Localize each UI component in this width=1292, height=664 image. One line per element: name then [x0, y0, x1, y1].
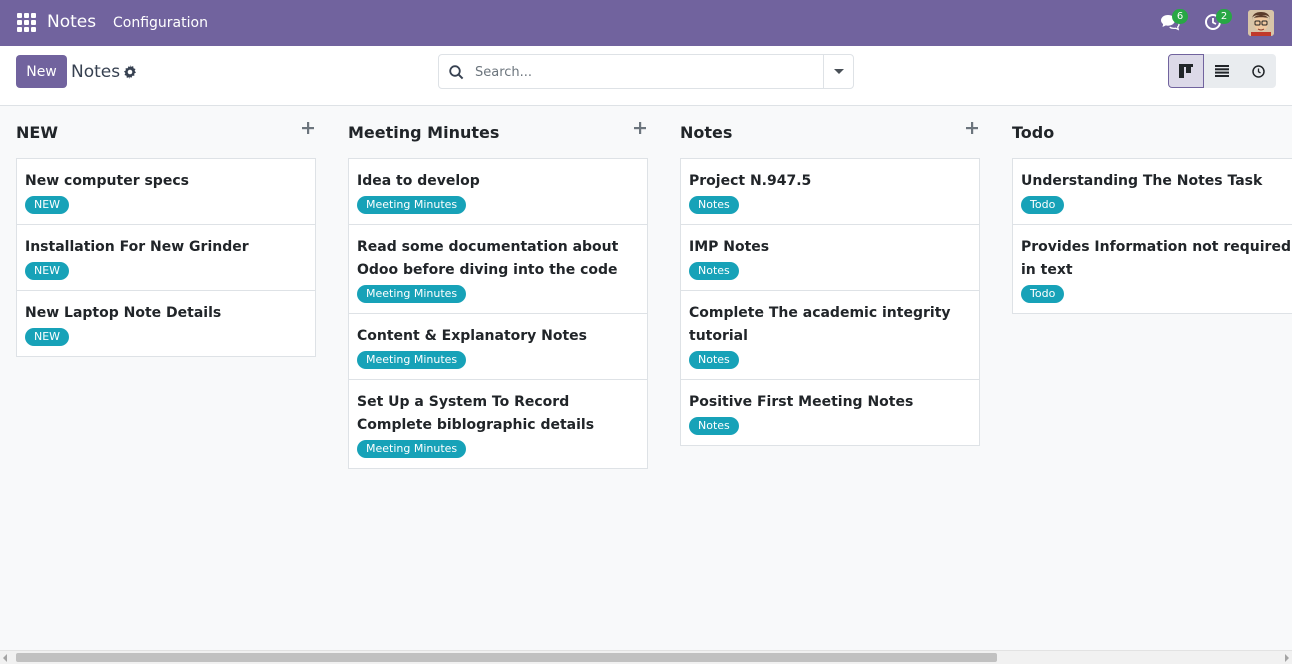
column-title[interactable]: NEW: [16, 123, 58, 142]
breadcrumb: Notes: [71, 62, 121, 82]
kanban-board: NEW New computer specs NEW Installation …: [0, 106, 1292, 650]
column-title[interactable]: Notes: [680, 123, 732, 142]
card-title: Provides Information not required in tex…: [1021, 239, 1291, 278]
card-title: New Laptop Note Details: [25, 305, 222, 321]
tag-badge: NEW: [25, 196, 70, 214]
column-cards: Understanding The Notes Task Todo Provid…: [1012, 158, 1292, 314]
gear-icon[interactable]: [123, 64, 137, 79]
new-button[interactable]: New: [16, 55, 67, 88]
kanban-card[interactable]: Provides Information not required in tex…: [1012, 225, 1292, 314]
tag-badge: Notes: [689, 417, 739, 435]
kanban-card[interactable]: Installation For New Grinder NEW: [16, 225, 316, 291]
search-icon: [449, 65, 464, 80]
app-name[interactable]: Notes: [47, 12, 96, 32]
kanban-card[interactable]: IMP Notes Notes: [680, 225, 980, 291]
plus-icon[interactable]: [964, 120, 980, 136]
column-header: NEW: [16, 106, 316, 158]
list-icon: [1215, 65, 1229, 77]
kanban-card[interactable]: New Laptop Note Details NEW: [16, 291, 316, 357]
tag-badge: Notes: [689, 262, 739, 280]
column-cards: Project N.947.5 Notes IMP Notes Notes Co…: [680, 158, 980, 446]
column-cards: New computer specs NEW Installation For …: [16, 158, 316, 357]
column-header: Meeting Minutes: [348, 106, 648, 158]
card-title: New computer specs: [25, 173, 189, 189]
activities-count-badge: 2: [1216, 9, 1232, 24]
chevron-down-icon: [833, 69, 844, 74]
tag-badge: NEW: [25, 262, 70, 280]
kanban-card[interactable]: Complete The academic integrity tutorial…: [680, 291, 980, 380]
control-panel: New Notes: [0, 46, 1292, 106]
column-header: Todo: [1012, 106, 1292, 158]
card-title: Set Up a System To Record Complete biblo…: [357, 394, 595, 433]
menu-configuration[interactable]: Configuration: [113, 15, 208, 31]
activities-button[interactable]: 2: [1204, 9, 1232, 33]
tag-badge: Notes: [689, 351, 739, 369]
kanban-column-todo: Todo Understanding The Notes Task Todo P…: [1012, 106, 1292, 314]
column-cards: Idea to develop Meeting Minutes Read som…: [348, 158, 648, 469]
card-title: Positive First Meeting Notes: [689, 394, 914, 410]
tag-badge: Meeting Minutes: [357, 196, 467, 214]
card-title: Content & Explanatory Notes: [357, 328, 588, 344]
search-bar: [438, 54, 854, 89]
scrollbar-thumb[interactable]: [16, 653, 997, 662]
kanban-card[interactable]: Set Up a System To Record Complete biblo…: [348, 380, 648, 469]
messages-button[interactable]: 6: [1160, 9, 1188, 33]
plus-icon[interactable]: [632, 120, 648, 136]
scroll-left-arrow[interactable]: [3, 654, 7, 662]
column-title[interactable]: Meeting Minutes: [348, 123, 499, 142]
card-title: Understanding The Notes Task: [1021, 173, 1263, 189]
apps-menu-icon[interactable]: [17, 13, 36, 32]
kanban-column-new: NEW New computer specs NEW Installation …: [16, 106, 316, 357]
kanban-column-notes: Notes Project N.947.5 Notes IMP Notes No…: [680, 106, 980, 446]
clock-icon: [1251, 64, 1265, 78]
kanban-column-meeting-minutes: Meeting Minutes Idea to develop Meeting …: [348, 106, 648, 469]
card-title: IMP Notes: [689, 239, 770, 255]
card-title: Read some documentation about Odoo befor…: [357, 239, 619, 278]
card-title: Installation For New Grinder: [25, 239, 249, 255]
tag-badge: Meeting Minutes: [357, 285, 467, 303]
card-title: Idea to develop: [357, 173, 480, 189]
search-input[interactable]: [475, 62, 815, 82]
kanban-icon: [1179, 64, 1193, 78]
tag-badge: NEW: [25, 328, 70, 346]
card-title: Complete The academic integrity tutorial: [689, 305, 951, 344]
plus-icon[interactable]: [300, 120, 316, 136]
kanban-card[interactable]: New computer specs NEW: [16, 158, 316, 225]
scroll-right-arrow[interactable]: [1285, 654, 1289, 662]
horizontal-scrollbar[interactable]: [0, 650, 1292, 664]
list-view-button[interactable]: [1204, 54, 1240, 88]
column-title[interactable]: Todo: [1012, 123, 1054, 142]
messages-count-badge: 6: [1172, 9, 1188, 24]
kanban-card[interactable]: Read some documentation about Odoo befor…: [348, 225, 648, 314]
view-switcher: [1168, 54, 1276, 88]
kanban-card[interactable]: Understanding The Notes Task Todo: [1012, 158, 1292, 225]
tag-badge: Meeting Minutes: [357, 440, 467, 458]
activity-view-button[interactable]: [1240, 54, 1276, 88]
kanban-card[interactable]: Project N.947.5 Notes: [680, 158, 980, 225]
column-header: Notes: [680, 106, 980, 158]
search-options-toggle[interactable]: [823, 55, 853, 88]
kanban-card[interactable]: Idea to develop Meeting Minutes: [348, 158, 648, 225]
tag-badge: Todo: [1021, 196, 1065, 214]
kanban-card[interactable]: Positive First Meeting Notes Notes: [680, 380, 980, 446]
tag-badge: Todo: [1021, 285, 1065, 303]
top-navbar: Notes Configuration 6 2: [0, 0, 1292, 46]
tag-badge: Meeting Minutes: [357, 351, 467, 369]
user-avatar[interactable]: [1248, 10, 1274, 36]
card-title: Project N.947.5: [689, 173, 812, 189]
kanban-card[interactable]: Content & Explanatory Notes Meeting Minu…: [348, 314, 648, 380]
tag-badge: Notes: [689, 196, 739, 214]
kanban-view-button[interactable]: [1168, 54, 1204, 88]
